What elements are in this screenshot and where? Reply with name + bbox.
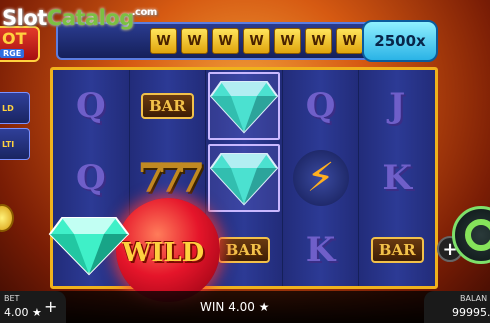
track-cell-w: W <box>181 28 208 54</box>
reel-cell <box>206 142 282 214</box>
balance-label: BALAN <box>460 294 488 303</box>
symbol-bar: BAR <box>370 237 424 263</box>
symbol-j: J <box>389 86 406 126</box>
game-logo: OT RGE <box>0 26 40 62</box>
symbol-q: Q <box>305 86 336 126</box>
symbol-seven: 777 <box>137 154 205 202</box>
slotcatalog-watermark: SlotCatalog.com <box>2 6 159 30</box>
lightning-icon: ⚡ <box>292 150 349 206</box>
track-cell-w: W <box>274 28 301 54</box>
symbol-k: K <box>382 158 412 198</box>
max-multiplier-badge: 2500x <box>362 20 438 62</box>
track-cell-w: W <box>305 28 332 54</box>
reel-cell: K <box>359 142 435 214</box>
reel-cell: K <box>283 214 359 286</box>
logo-line2: RGE <box>0 49 25 58</box>
reel-cell: Q <box>53 70 129 142</box>
bottom-bar: BET 4.00 ★ + WIN 4.00 ★ BALAN 99995.0 <box>0 291 490 323</box>
coin-icon[interactable] <box>0 204 14 232</box>
symbol-q: Q <box>75 86 106 126</box>
track-cell-w: W <box>243 28 270 54</box>
watermark-slot: Slot <box>2 6 47 30</box>
diamond-icon <box>48 217 130 276</box>
reel-cell: Q <box>53 142 129 214</box>
balance-panel: BALAN 99995.0 <box>424 291 490 323</box>
reel-cell: Q <box>283 70 359 142</box>
reel-5: J K BAR <box>359 70 435 286</box>
reel-cell <box>206 70 282 142</box>
logo-line1: OT <box>2 29 27 48</box>
side-button-2[interactable]: LTI <box>0 128 30 160</box>
track-cell-w: W <box>212 28 239 54</box>
track-cells: W W W W W W W <box>150 28 363 54</box>
balance-value: 99995.0 <box>452 306 490 319</box>
reel-cell: BAR <box>130 70 206 142</box>
win-highlight <box>208 144 280 212</box>
wild-symbol-label: WILD <box>122 238 205 268</box>
side-button-1[interactable]: LD <box>0 92 30 124</box>
win-amount: WIN 4.00 ★ <box>200 300 270 314</box>
win-highlight <box>208 72 280 140</box>
track-cell-w: W <box>336 28 363 54</box>
bet-panel: BET 4.00 ★ + <box>0 291 66 323</box>
bet-increase-button[interactable]: + <box>44 297 57 316</box>
symbol-q: Q <box>75 158 106 198</box>
spin-icon <box>465 219 490 251</box>
reel-4: Q ⚡ K <box>282 70 360 286</box>
symbol-bar: BAR <box>140 93 194 119</box>
track-cell-w: W <box>150 28 177 54</box>
reel-cell: J <box>359 70 435 142</box>
bet-label: BET <box>4 294 20 303</box>
symbol-k: K <box>305 230 336 270</box>
reel-cell: BAR <box>359 214 435 286</box>
reel-cell: ⚡ <box>283 142 359 214</box>
bet-value: 4.00 ★ <box>4 306 42 319</box>
symbol-bar: BAR <box>217 237 271 263</box>
watermark-catalog: Catalog <box>46 6 134 30</box>
watermark-com: .com <box>131 7 158 18</box>
